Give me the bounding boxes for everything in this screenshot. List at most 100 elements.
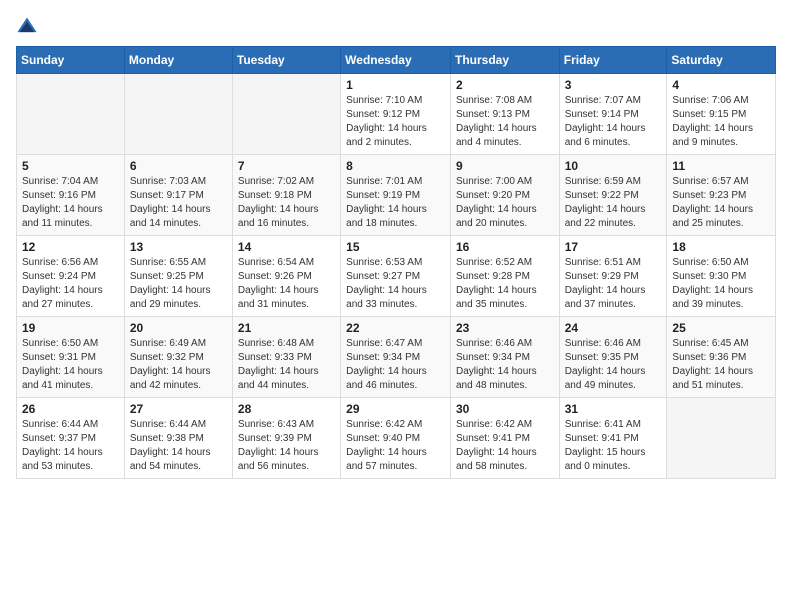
- day-info: Sunrise: 6:41 AMSunset: 9:41 PMDaylight:…: [565, 418, 662, 474]
- header-monday: Monday: [124, 47, 232, 74]
- header-sunday: Sunday: [17, 47, 125, 74]
- day-number: 13: [130, 240, 227, 254]
- day-info: Sunrise: 6:46 AMSunset: 9:35 PMDaylight:…: [565, 337, 662, 393]
- day-number: 29: [346, 402, 445, 416]
- day-info: Sunrise: 7:01 AMSunset: 9:19 PMDaylight:…: [346, 175, 445, 231]
- day-number: 12: [22, 240, 119, 254]
- day-number: 4: [672, 78, 770, 92]
- day-cell: 23Sunrise: 6:46 AMSunset: 9:34 PMDayligh…: [450, 317, 559, 398]
- day-info: Sunrise: 7:04 AMSunset: 9:16 PMDaylight:…: [22, 175, 119, 231]
- day-info: Sunrise: 7:08 AMSunset: 9:13 PMDaylight:…: [456, 94, 554, 150]
- day-cell: 11 Sunrise: 6:57 AMSunset: 9:23 PMDayligh…: [667, 155, 776, 236]
- day-number: 30: [456, 402, 554, 416]
- header-thursday: Thursday: [450, 47, 559, 74]
- day-info: Sunrise: 6:54 AMSunset: 9:26 PMDaylight:…: [238, 256, 335, 312]
- day-number: 20: [130, 321, 227, 335]
- day-info: Sunrise: 6:53 AMSunset: 9:27 PMDaylight:…: [346, 256, 445, 312]
- day-info: Sunrise: 6:47 AMSunset: 9:34 PMDaylight:…: [346, 337, 445, 393]
- day-number: 8: [346, 159, 445, 173]
- day-number: 15: [346, 240, 445, 254]
- day-cell: 30 Sunrise: 6:42 AMSunset: 9:41 PMDayligh…: [450, 398, 559, 479]
- week-row-1: 1 Sunrise: 7:10 AMSunset: 9:12 PMDaylight…: [17, 74, 776, 155]
- week-row-5: 26 Sunrise: 6:44 AMSunset: 9:37 PMDayligh…: [17, 398, 776, 479]
- day-cell: 27 Sunrise: 6:44 AMSunset: 9:38 PMDayligh…: [124, 398, 232, 479]
- header-tuesday: Tuesday: [232, 47, 340, 74]
- day-info: Sunrise: 7:07 AMSunset: 9:14 PMDaylight:…: [565, 94, 662, 150]
- day-cell: 7Sunrise: 7:02 AMSunset: 9:18 PMDaylight…: [232, 155, 340, 236]
- day-info: Sunrise: 6:44 AMSunset: 9:38 PMDaylight:…: [130, 418, 227, 474]
- day-cell: [667, 398, 776, 479]
- day-cell: 24 Sunrise: 6:46 AMSunset: 9:35 PMDayligh…: [559, 317, 667, 398]
- day-cell: 2 Sunrise: 7:08 AMSunset: 9:13 PMDaylight…: [450, 74, 559, 155]
- day-number: 27: [130, 402, 227, 416]
- day-number: 19: [22, 321, 119, 335]
- day-cell: 12 Sunrise: 6:56 AMSunset: 9:24 PMDayligh…: [17, 236, 125, 317]
- day-cell: 31 Sunrise: 6:41 AMSunset: 9:41 PMDayligh…: [559, 398, 667, 479]
- day-number: 25: [672, 321, 770, 335]
- day-cell: 13Sunrise: 6:55 AMSunset: 9:25 PMDayligh…: [124, 236, 232, 317]
- header-wednesday: Wednesday: [341, 47, 451, 74]
- day-number: 10: [565, 159, 662, 173]
- day-number: 28: [238, 402, 335, 416]
- day-cell: 17 Sunrise: 6:51 AMSunset: 9:29 PMDayligh…: [559, 236, 667, 317]
- day-number: 18: [672, 240, 770, 254]
- day-number: 2: [456, 78, 554, 92]
- day-info: Sunrise: 6:42 AMSunset: 9:41 PMDaylight:…: [456, 418, 554, 474]
- day-cell: 14Sunrise: 6:54 AMSunset: 9:26 PMDayligh…: [232, 236, 340, 317]
- header-friday: Friday: [559, 47, 667, 74]
- day-info: Sunrise: 6:49 AMSunset: 9:32 PMDaylight:…: [130, 337, 227, 393]
- weekday-header-row: SundayMondayTuesdayWednesdayThursdayFrid…: [17, 47, 776, 74]
- day-number: 6: [130, 159, 227, 173]
- day-info: Sunrise: 6:50 AMSunset: 9:30 PMDaylight:…: [672, 256, 770, 312]
- day-info: Sunrise: 6:57 AMSunset: 9:23 PMDaylight:…: [672, 175, 770, 231]
- day-cell: [232, 74, 340, 155]
- day-info: Sunrise: 7:10 AMSunset: 9:12 PMDaylight:…: [346, 94, 445, 150]
- day-cell: 10 Sunrise: 6:59 AMSunset: 9:22 PMDayligh…: [559, 155, 667, 236]
- day-cell: 4 Sunrise: 7:06 AMSunset: 9:15 PMDaylight…: [667, 74, 776, 155]
- day-info: Sunrise: 6:51 AMSunset: 9:29 PMDaylight:…: [565, 256, 662, 312]
- day-number: 9: [456, 159, 554, 173]
- day-cell: 26 Sunrise: 6:44 AMSunset: 9:37 PMDayligh…: [17, 398, 125, 479]
- day-number: 17: [565, 240, 662, 254]
- day-cell: [124, 74, 232, 155]
- day-cell: 9Sunrise: 7:00 AMSunset: 9:20 PMDaylight…: [450, 155, 559, 236]
- day-cell: 28 Sunrise: 6:43 AMSunset: 9:39 PMDayligh…: [232, 398, 340, 479]
- day-info: Sunrise: 6:56 AMSunset: 9:24 PMDaylight:…: [22, 256, 119, 312]
- day-cell: 20 Sunrise: 6:49 AMSunset: 9:32 PMDayligh…: [124, 317, 232, 398]
- day-number: 23: [456, 321, 554, 335]
- day-number: 1: [346, 78, 445, 92]
- day-info: Sunrise: 7:06 AMSunset: 9:15 PMDaylight:…: [672, 94, 770, 150]
- day-number: 22: [346, 321, 445, 335]
- day-info: Sunrise: 6:42 AMSunset: 9:40 PMDaylight:…: [346, 418, 445, 474]
- day-number: 5: [22, 159, 119, 173]
- day-cell: 25 Sunrise: 6:45 AMSunset: 9:36 PMDayligh…: [667, 317, 776, 398]
- day-info: Sunrise: 6:50 AMSunset: 9:31 PMDaylight:…: [22, 337, 119, 393]
- day-info: Sunrise: 6:45 AMSunset: 9:36 PMDaylight:…: [672, 337, 770, 393]
- day-cell: 19 Sunrise: 6:50 AMSunset: 9:31 PMDayligh…: [17, 317, 125, 398]
- day-cell: [17, 74, 125, 155]
- day-cell: 18 Sunrise: 6:50 AMSunset: 9:30 PMDayligh…: [667, 236, 776, 317]
- day-info: Sunrise: 6:59 AMSunset: 9:22 PMDaylight:…: [565, 175, 662, 231]
- header-saturday: Saturday: [667, 47, 776, 74]
- week-row-3: 12 Sunrise: 6:56 AMSunset: 9:24 PMDayligh…: [17, 236, 776, 317]
- day-info: Sunrise: 6:43 AMSunset: 9:39 PMDaylight:…: [238, 418, 335, 474]
- day-number: 3: [565, 78, 662, 92]
- day-number: 7: [238, 159, 335, 173]
- day-cell: 29 Sunrise: 6:42 AMSunset: 9:40 PMDayligh…: [341, 398, 451, 479]
- week-row-2: 5 Sunrise: 7:04 AMSunset: 9:16 PMDaylight…: [17, 155, 776, 236]
- day-number: 21: [238, 321, 335, 335]
- day-cell: 1 Sunrise: 7:10 AMSunset: 9:12 PMDaylight…: [341, 74, 451, 155]
- day-info: Sunrise: 6:48 AMSunset: 9:33 PMDaylight:…: [238, 337, 335, 393]
- day-cell: 21 Sunrise: 6:48 AMSunset: 9:33 PMDayligh…: [232, 317, 340, 398]
- day-number: 11: [672, 159, 770, 173]
- day-number: 31: [565, 402, 662, 416]
- day-number: 24: [565, 321, 662, 335]
- day-cell: 3 Sunrise: 7:07 AMSunset: 9:14 PMDaylight…: [559, 74, 667, 155]
- day-info: Sunrise: 6:44 AMSunset: 9:37 PMDaylight:…: [22, 418, 119, 474]
- day-cell: 8 Sunrise: 7:01 AMSunset: 9:19 PMDaylight…: [341, 155, 451, 236]
- logo-icon: [16, 16, 38, 38]
- day-number: 26: [22, 402, 119, 416]
- day-info: Sunrise: 7:03 AMSunset: 9:17 PMDaylight:…: [130, 175, 227, 231]
- day-info: Sunrise: 6:52 AMSunset: 9:28 PMDaylight:…: [456, 256, 554, 312]
- day-cell: 5 Sunrise: 7:04 AMSunset: 9:16 PMDaylight…: [17, 155, 125, 236]
